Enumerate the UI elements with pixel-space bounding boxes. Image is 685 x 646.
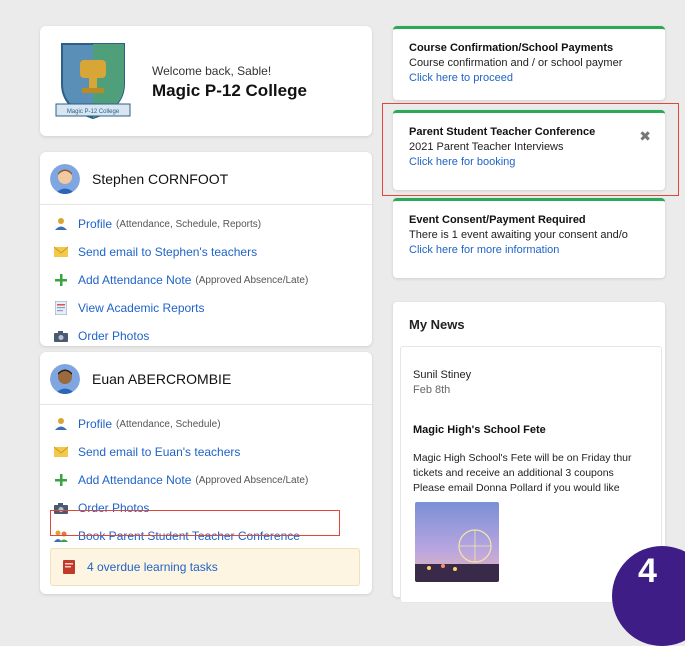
student-avatar — [50, 364, 80, 394]
camera-icon — [54, 329, 68, 343]
report-icon — [54, 301, 68, 315]
overdue-tasks-alert[interactable]: 4 overdue learning tasks — [50, 548, 360, 586]
student-card-euan: Euan ABERCROMBIE Profile (Attendance, Sch… — [40, 352, 372, 594]
notification-title: Course Confirmation/School Payments — [409, 42, 614, 54]
news-fete-image[interactable] — [415, 502, 499, 582]
welcome-message: Welcome back, Sable! — [152, 64, 272, 78]
notification-link[interactable]: Click here for more information — [409, 244, 559, 256]
school-crest-logo: Magic P-12 College — [55, 43, 131, 120]
profile-link[interactable]: Profile (Attendance, Schedule) — [54, 410, 362, 438]
email-icon — [54, 445, 68, 459]
news-date: Feb 8th — [413, 384, 451, 396]
student-name: Stephen CORNFOOT — [92, 171, 229, 187]
school-card: Magic P-12 College Welcome back, Sable! … — [40, 26, 372, 136]
news-title: Magic High's School Fete — [413, 424, 546, 436]
news-author: Sunil Stiney — [413, 369, 472, 381]
notification-body: There is 1 event awaiting your consent a… — [409, 229, 628, 241]
notification-body: Course confirmation and / or school paym… — [409, 57, 623, 69]
send-email-link[interactable]: Send email to Stephen's teachers — [54, 238, 362, 266]
email-icon — [54, 245, 68, 259]
task-book-icon — [63, 560, 75, 574]
divider — [40, 204, 372, 205]
notification-event-consent: Event Consent/Payment Required There is … — [393, 198, 665, 278]
news-card: My News Sunil Stiney Feb 8th Magic High'… — [393, 302, 665, 603]
order-photos-link[interactable]: Order Photos — [54, 322, 362, 350]
notification-title: Event Consent/Payment Required — [409, 214, 586, 226]
news-body-line: tickets and receive an additional 3 coup… — [413, 467, 614, 479]
news-body: Magic High School's Fete will be on Frid… — [413, 451, 657, 496]
profile-icon — [54, 217, 68, 231]
crest-banner-text: Magic P-12 College — [67, 109, 120, 115]
notification-course-confirmation: Course Confirmation/School Payments Cour… — [393, 26, 665, 100]
student-name: Euan ABERCROMBIE — [92, 371, 232, 387]
news-header: My News — [409, 317, 465, 332]
student-card-stephen: Stephen CORNFOOT Profile (Attendance, Sch… — [40, 152, 372, 346]
divider — [40, 404, 372, 405]
plus-icon — [54, 473, 68, 487]
profile-icon — [54, 417, 68, 431]
add-attendance-note-link[interactable]: Add Attendance Note (Approved Absence/Lat… — [54, 266, 362, 294]
overdue-tasks-link[interactable]: 4 overdue learning tasks — [87, 560, 218, 574]
view-academic-reports-link[interactable]: View Academic Reports — [54, 294, 362, 322]
student-avatar — [50, 164, 80, 194]
add-attendance-note-link[interactable]: Add Attendance Note (Approved Absence/Lat… — [54, 466, 362, 494]
student-menu: Profile (Attendance, Schedule, Reports) S… — [54, 210, 362, 350]
news-body-line: Magic High School's Fete will be on Frid… — [413, 452, 632, 464]
send-email-link[interactable]: Send email to Euan's teachers — [54, 438, 362, 466]
news-body-line: Please email Donna Pollard if you would … — [413, 482, 620, 494]
plus-icon — [54, 273, 68, 287]
notification-link[interactable]: Click here to proceed — [409, 72, 513, 84]
conference-notification-highlight-outline — [382, 103, 679, 196]
school-name: Magic P-12 College — [152, 81, 307, 100]
profile-link[interactable]: Profile (Attendance, Schedule, Reports) — [54, 210, 362, 238]
conference-highlight-outline — [50, 510, 340, 536]
